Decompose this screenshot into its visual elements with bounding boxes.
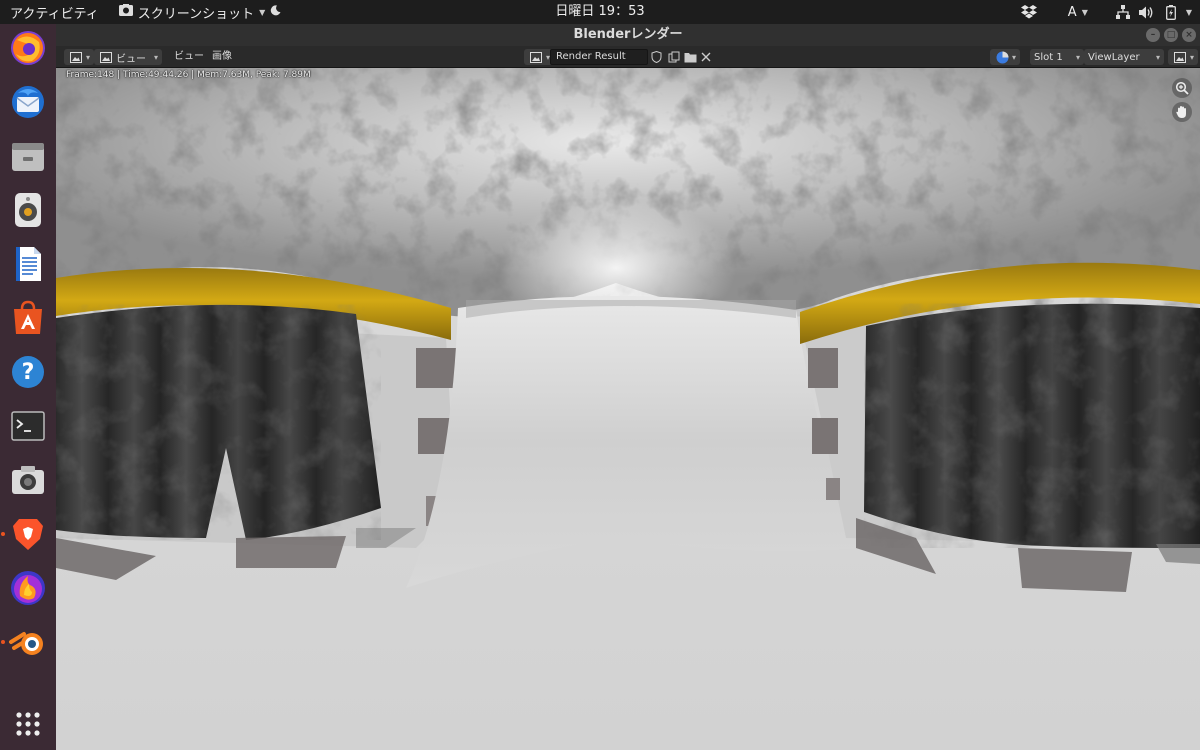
input-method-indicator[interactable]: A ▼ [1068,5,1088,20]
top-bar: アクティビティ スクリーンショット ▼ 日曜日 19：53 A ▼ ▼ [0,0,1200,24]
dock-item-firefox-dev[interactable] [6,566,50,610]
dock-item-writer[interactable] [6,242,50,286]
terminal-icon [11,411,45,441]
running-indicator [1,532,5,536]
screenshot-app-icon [118,4,133,20]
chevron-down-icon: ▾ [1075,52,1080,62]
dock-item-help[interactable]: ? [6,350,50,394]
dock-item-terminal[interactable] [6,404,50,448]
dock: ? [0,24,56,750]
files-icon [12,143,44,171]
dock-item-thunderbird[interactable] [6,80,50,124]
chevron-down-icon: ▾ [1155,52,1160,62]
display-channels-dropdown[interactable]: ▾ [990,49,1021,65]
svg-text:?: ? [22,360,35,385]
dock-item-blender[interactable] [6,620,50,664]
view-layer-dropdown[interactable]: ViewLayer ▾ [1084,49,1164,65]
image-browse-icon [528,49,544,65]
dock-item-software[interactable] [6,296,50,340]
chevron-down-icon: ▼ [259,7,266,17]
firefox-dev-icon [11,571,45,605]
menu-image[interactable]: 画像 [212,49,232,65]
activities-label: アクティビティ [10,6,99,22]
view-icon [98,49,114,65]
dock-item-camera[interactable] [6,458,50,502]
image-name-field[interactable]: Render Result [550,49,648,65]
display-mode-dropdown[interactable]: ▾ [1168,49,1199,65]
render-image [56,68,1200,750]
menu-view[interactable]: ビュー [174,49,204,65]
render-result-viewport[interactable]: Frame:148 | Time:49:44.26 | Mem:7.63M, P… [56,68,1200,750]
running-indicator [1,640,5,644]
render-stats: Frame:148 | Time:49:44.26 | Mem:7.63M, P… [66,70,311,80]
help-icon: ? [12,356,44,388]
clock[interactable]: 日曜日 19：53 [555,4,644,19]
blender-icon [9,632,43,655]
network-icon[interactable] [1114,3,1132,21]
minimize-button[interactable]: – [1146,28,1160,42]
system-menu-chevron-icon[interactable]: ▼ [1186,8,1192,17]
fake-user-shield-icon[interactable] [648,49,664,65]
unlink-image-icon[interactable] [698,49,714,65]
open-image-folder-icon[interactable] [682,49,698,65]
pan-hand-icon[interactable] [1172,102,1192,122]
chevron-down-icon: ▾ [153,52,158,62]
editor-type-dropdown[interactable]: ▾ [64,49,95,65]
view-mode-label: ビュー [116,53,146,65]
close-button[interactable]: × [1182,28,1196,42]
input-method-label: A [1067,4,1077,20]
render-slot-dropdown[interactable]: Slot 1 ▾ [1030,49,1084,65]
image-editor-header: ▾ ビュー ▾ ビュー 画像 ▾ Render Result ▾ Slot 1 … [56,46,1200,68]
image-name-value: Render Result [556,51,626,62]
window-titlebar[interactable]: Blenderレンダー – □ × [56,24,1200,46]
software-icon [14,300,42,334]
dropbox-icon[interactable] [1020,3,1038,21]
show-applications-icon [16,712,40,736]
app-menu-label: スクリーンショット [137,6,255,22]
new-image-icon[interactable] [666,49,682,65]
dock-item-rhythmbox[interactable] [6,188,50,232]
chevron-down-icon: ▾ [86,52,91,62]
blender-window: Blenderレンダー – □ × ▾ ビュー ▾ ビュー 画像 ▾ Rende… [56,24,1200,750]
night-light-icon [270,4,281,20]
window-title: Blenderレンダー [573,27,683,42]
firefox-icon [11,31,45,65]
brave-icon [13,519,43,550]
thunderbird-icon [12,86,44,118]
zoom-icon[interactable] [1172,78,1192,98]
app-menu[interactable]: スクリーンショット ▼ [118,3,282,22]
dock-item-files[interactable] [6,134,50,178]
dock-item-brave[interactable] [6,512,50,556]
activities-button[interactable]: アクティビティ [10,3,99,22]
view-layer-label: ViewLayer [1088,51,1140,63]
color-channels-icon [994,49,1010,65]
volume-icon[interactable] [1138,3,1156,21]
writer-icon [16,247,41,281]
image-editor-icon [68,49,84,65]
dock-item-firefox[interactable] [6,26,50,70]
rhythmbox-icon [15,193,41,227]
battery-icon[interactable] [1162,3,1180,21]
render-slot-label: Slot 1 [1034,51,1063,63]
maximize-button[interactable]: □ [1164,28,1178,42]
image-display-icon [1172,49,1188,65]
chevron-down-icon: ▾ [1190,52,1195,62]
camera-icon [12,466,44,494]
chevron-down-icon: ▾ [1012,52,1017,62]
chevron-down-icon: ▼ [1081,7,1088,17]
show-applications-button[interactable] [6,702,50,746]
view-mode-dropdown[interactable]: ビュー ▾ [94,49,162,65]
